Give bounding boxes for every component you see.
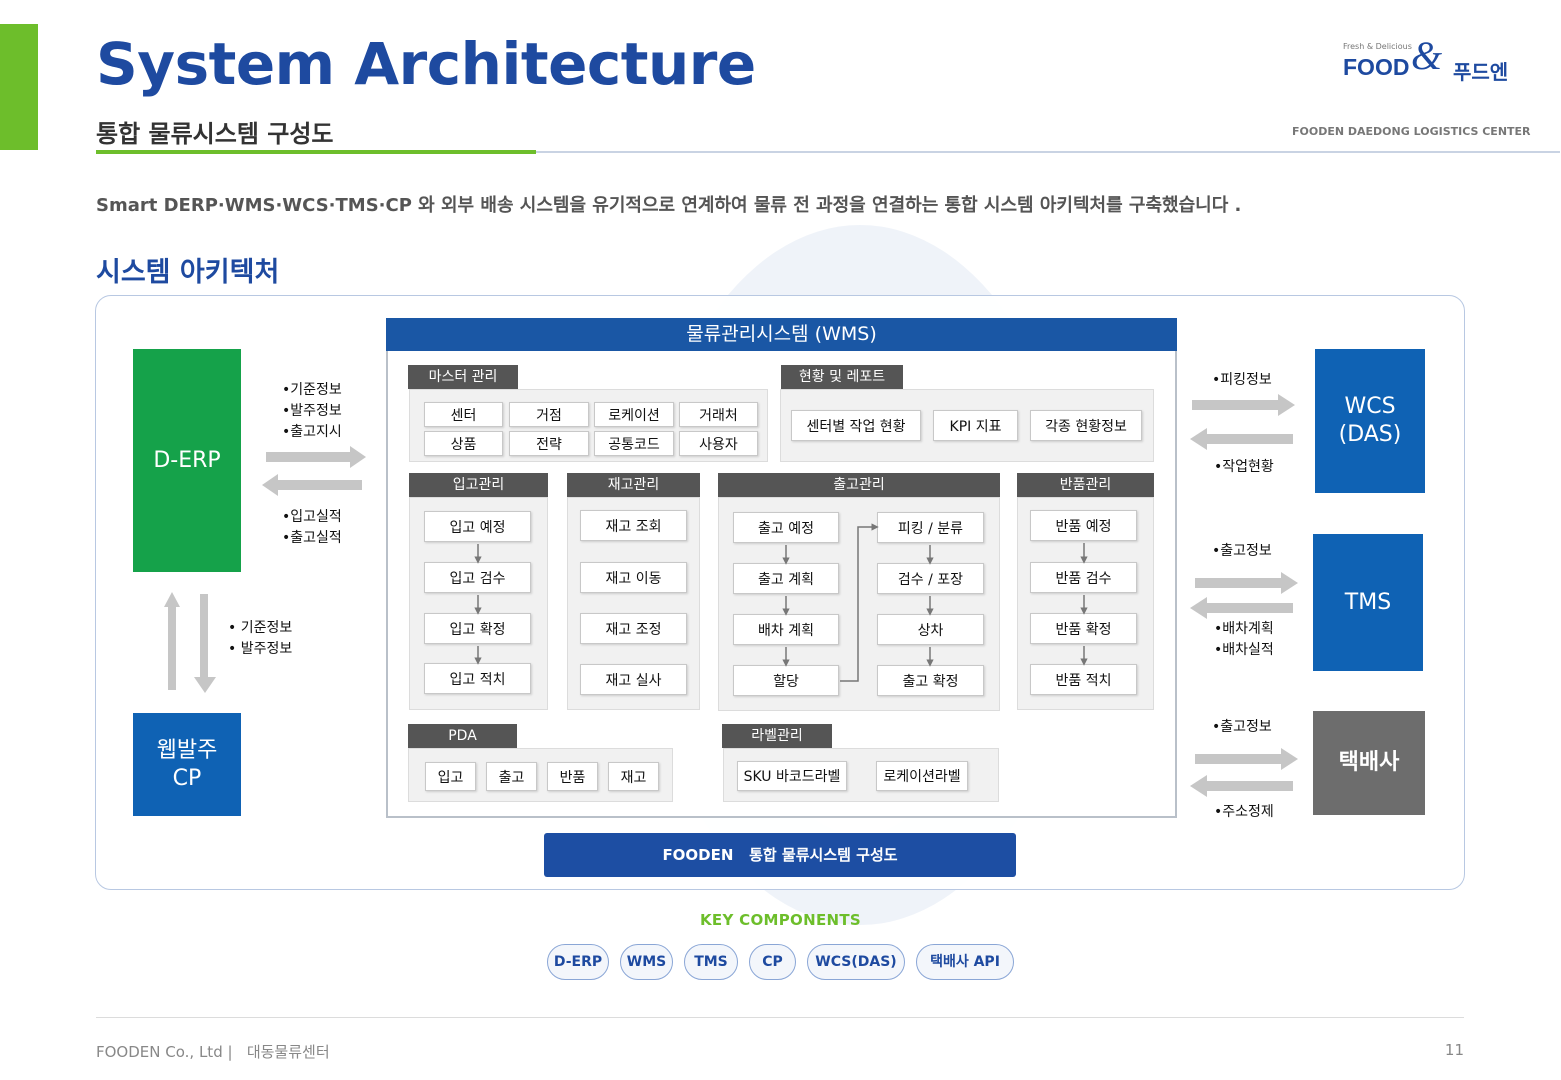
key-pill-wms: WMS [620, 944, 673, 980]
page-number: 11 [1444, 1041, 1464, 1059]
key-pill-cp: CP [749, 944, 796, 980]
key-pill-derp: D-ERP [547, 944, 609, 980]
key-components-title: KEY COMPONENTS [700, 911, 861, 929]
footer-company: FOODEN Co., Ltd | 대동물류센터 [96, 1043, 330, 1061]
allocation-to-picking-arrow [840, 523, 879, 682]
key-pill-courier-api: 택배사 API [916, 944, 1014, 980]
diagram-caption: FOODEN 통합 물류시스템 구성도 [544, 833, 1016, 877]
key-pill-tms: TMS [684, 944, 738, 980]
key-pill-wcs-das: WCS(DAS) [807, 944, 905, 980]
footer-divider [96, 1017, 1464, 1018]
